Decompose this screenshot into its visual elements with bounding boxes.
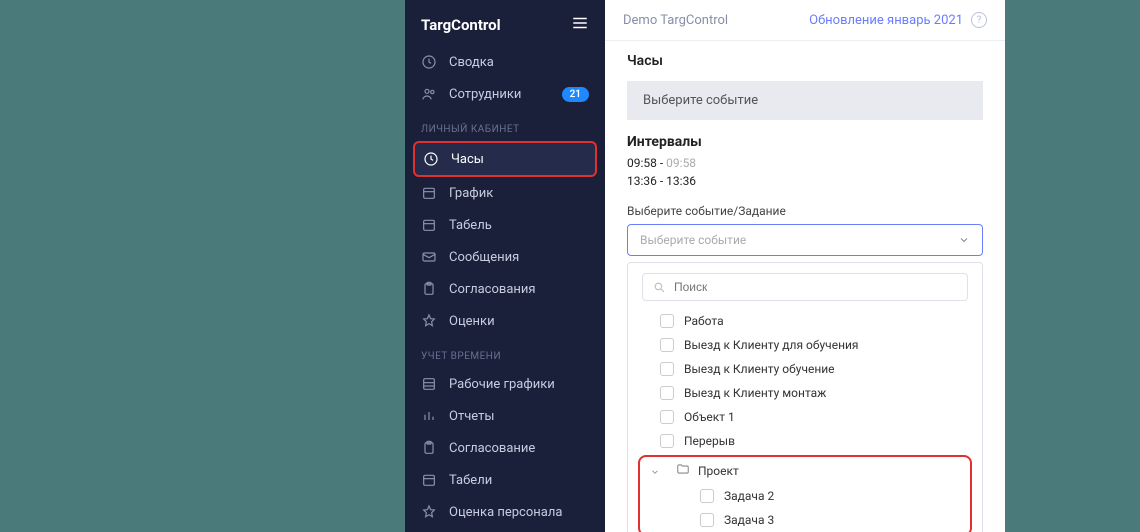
clipboard-icon — [421, 440, 437, 456]
sidebar-item-schedule[interactable]: График — [405, 177, 605, 209]
event-banner: Выберите событие — [627, 81, 983, 120]
mail-icon — [421, 249, 437, 265]
clipboard-icon — [421, 281, 437, 297]
sidebar-item-label: Сообщения — [449, 250, 519, 265]
sidebar-item-label: Отчеты — [449, 409, 494, 424]
help-icon[interactable]: ? — [971, 12, 987, 28]
sidebar-item-label: Сводка — [449, 55, 494, 70]
dashboard-icon — [421, 54, 437, 70]
sidebar-item-label: Оценка персонала — [449, 505, 562, 520]
option-client-training-1[interactable]: Выезд к Клиенту для обучения — [632, 333, 978, 357]
folder-icon — [676, 462, 690, 479]
employees-icon — [421, 86, 437, 102]
sidebar-item-label: График — [449, 186, 493, 201]
option-client-install[interactable]: Выезд к Клиенту монтаж — [632, 381, 978, 405]
chart-icon — [421, 408, 437, 424]
option-break[interactable]: Перерыв — [632, 429, 978, 453]
content: Выберите событие Интервалы 09:58 - 09:58… — [605, 81, 1005, 532]
sidebar-header: TargControl — [405, 0, 605, 46]
interval-row: 09:58 - 09:58 — [627, 154, 983, 172]
search-input[interactable] — [674, 280, 957, 294]
event-select[interactable]: Выберите событие — [627, 224, 983, 256]
option-label: Задача 2 — [724, 489, 774, 503]
chevron-down-icon — [650, 466, 660, 476]
option-task-2[interactable]: Задача 2 — [640, 484, 970, 508]
option-label: Объект 1 — [684, 410, 735, 424]
workspace-name: Demo TargControl — [623, 13, 728, 28]
calendar-icon — [421, 217, 437, 233]
sidebar-item-label: Табели — [449, 473, 492, 488]
sidebar-item-timesheets[interactable]: Табели — [405, 464, 605, 496]
checkbox[interactable] — [660, 314, 674, 328]
search-icon — [653, 281, 666, 294]
project-group-highlight: Проект Задача 2 Задача 3 — [638, 455, 972, 532]
group-label: Проект — [698, 464, 739, 478]
sidebar: TargControl Сводка Сотрудники 21 ЛИЧНЫЙ … — [405, 0, 605, 532]
select-label: Выберите событие/Задание — [627, 204, 983, 218]
employees-badge: 21 — [562, 87, 589, 102]
logo: TargControl — [421, 16, 501, 34]
option-group-project[interactable]: Проект — [640, 457, 970, 484]
sidebar-item-summary[interactable]: Сводка — [405, 46, 605, 78]
calendar-icon — [421, 185, 437, 201]
option-object-1[interactable]: Объект 1 — [632, 405, 978, 429]
grid-icon — [421, 376, 437, 392]
sidebar-item-employees[interactable]: Сотрудники 21 — [405, 78, 605, 110]
menu-toggle-icon[interactable] — [571, 14, 589, 36]
sidebar-item-work-schedules[interactable]: Рабочие графики — [405, 368, 605, 400]
sidebar-item-label: Сотрудники — [449, 87, 521, 102]
intervals-title: Интервалы — [627, 134, 983, 150]
sidebar-section-personal: ЛИЧНЫЙ КАБИНЕТ — [405, 110, 605, 141]
clock-icon — [423, 151, 439, 167]
sidebar-item-staff-rating[interactable]: Оценка персонала — [405, 496, 605, 528]
checkbox[interactable] — [660, 362, 674, 376]
option-label: Перерыв — [684, 434, 735, 448]
sidebar-item-reports[interactable]: Отчеты — [405, 400, 605, 432]
option-label: Задача 3 — [724, 513, 774, 527]
sidebar-item-ratings[interactable]: Оценки — [405, 305, 605, 337]
checkbox[interactable] — [660, 338, 674, 352]
star-icon — [421, 313, 437, 329]
chevron-down-icon — [958, 234, 970, 246]
checkbox[interactable] — [700, 513, 714, 527]
select-placeholder: Выберите событие — [640, 233, 746, 247]
sidebar-item-label: Часы — [451, 152, 484, 167]
sidebar-section-timetracking: УЧЕТ ВРЕМЕНИ — [405, 337, 605, 368]
app-window: TargControl Сводка Сотрудники 21 ЛИЧНЫЙ … — [405, 0, 1005, 532]
sidebar-item-label: Табель — [449, 218, 492, 233]
star-icon — [421, 504, 437, 520]
calendar-icon — [421, 472, 437, 488]
update-link[interactable]: Обновление январь 2021 — [809, 13, 963, 28]
option-label: Выезд к Клиенту для обучения — [684, 338, 859, 352]
checkbox[interactable] — [660, 386, 674, 400]
option-client-training-2[interactable]: Выезд к Клиенту обучение — [632, 357, 978, 381]
main-panel: Demo TargControl Обновление январь 2021 … — [605, 0, 1005, 532]
dropdown-panel: Работа Выезд к Клиенту для обучения Выез… — [627, 262, 983, 532]
option-label: Выезд к Клиенту обучение — [684, 362, 835, 376]
option-label: Работа — [684, 314, 724, 328]
interval-row: 13:36 - 13:36 — [627, 172, 983, 190]
sidebar-item-label: Согласования — [449, 282, 536, 297]
sidebar-item-messages[interactable]: Сообщения — [405, 241, 605, 273]
sidebar-item-timesheet[interactable]: Табель — [405, 209, 605, 241]
checkbox[interactable] — [660, 434, 674, 448]
sidebar-item-label: Согласование — [449, 441, 535, 456]
checkbox[interactable] — [660, 410, 674, 424]
checkbox[interactable] — [700, 489, 714, 503]
topbar: Demo TargControl Обновление январь 2021 … — [605, 0, 1005, 41]
sidebar-item-approval[interactable]: Согласование — [405, 432, 605, 464]
sidebar-item-label: Рабочие графики — [449, 377, 555, 392]
option-work[interactable]: Работа — [632, 309, 978, 333]
sidebar-item-label: Оценки — [449, 314, 495, 329]
option-task-3[interactable]: Задача 3 — [640, 508, 970, 532]
search-box[interactable] — [642, 273, 968, 301]
sidebar-item-approvals[interactable]: Согласования — [405, 273, 605, 305]
page-title: Часы — [605, 41, 1005, 81]
option-label: Выезд к Клиенту монтаж — [684, 386, 826, 400]
sidebar-item-hours[interactable]: Часы — [413, 141, 597, 177]
